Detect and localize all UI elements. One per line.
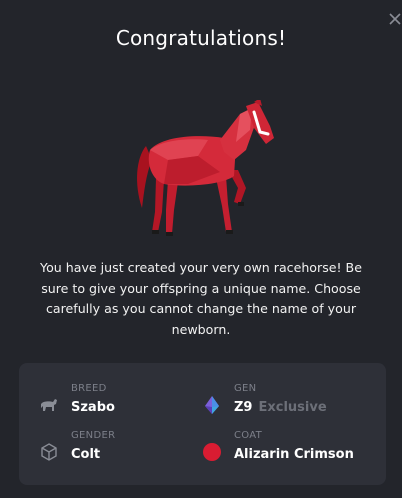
gen-value-row: Z9 Exclusive: [234, 400, 327, 415]
congratulations-dialog: Congratulations! You have just created y…: [0, 0, 402, 498]
close-icon: [389, 13, 401, 25]
attribute-coat: COAT Alizarin Crimson: [202, 430, 372, 470]
gen-tag: Exclusive: [258, 400, 327, 415]
dialog-title: Congratulations!: [115, 26, 287, 50]
gen-value: Z9: [234, 400, 253, 415]
cube-icon: [41, 443, 57, 461]
coat-label: COAT: [234, 430, 263, 441]
color-dot-icon: [203, 443, 221, 461]
breed-value: Szabo: [71, 400, 115, 415]
horse-icon: [41, 399, 57, 411]
gender-label: GENDER: [71, 430, 116, 441]
breed-label: BREED: [71, 383, 107, 394]
attribute-gender: GENDER Colt: [39, 430, 209, 470]
gender-value: Colt: [71, 447, 101, 462]
dialog-message: You have just created your very own race…: [40, 260, 362, 337]
attribute-gen: GEN Z9 Exclusive: [202, 383, 372, 423]
coat-value: Alizarin Crimson: [234, 447, 354, 462]
attribute-breed: BREED Szabo: [39, 383, 209, 423]
offspring-attributes-card: BREED Szabo GEN Z9 Exclusive GENDER Colt: [19, 363, 386, 485]
gen-label: GEN: [234, 383, 257, 394]
diamond-gem-icon: [205, 396, 219, 414]
horse-illustration: [137, 100, 274, 236]
